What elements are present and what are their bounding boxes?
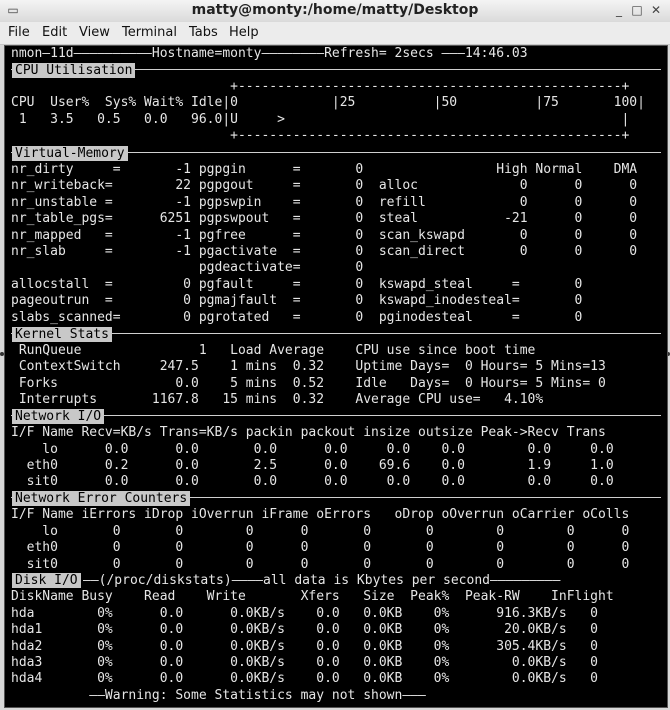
vm-row: allocstall = 0 pgfault = 0 kswapd_steal … — [11, 277, 583, 292]
disk-row: hda 0% 0.0 0.0KB/s 0.0 0.0KB 0% 916.3KB/… — [11, 606, 598, 621]
vm-row: nr_table_pgs= 6251 pgpswpout = 0 steal -… — [11, 211, 638, 226]
disk-row: hda1 0% 0.0 0.0KB/s 0.0 0.0KB 0% 20.0KB/… — [11, 622, 598, 637]
disk-io-header: Disk I/O — [12, 573, 81, 588]
network-error-table-header: I/F Name iErrors iDrop iOverrun iFrame o… — [11, 507, 630, 522]
disk-table-header: DiskName Busy Read Write Xfers Size Peak… — [11, 589, 614, 604]
menu-bar: File Edit View Terminal Tabs Help — [0, 22, 670, 45]
network-error-row: lo 0 0 0 0 0 0 0 0 0 — [11, 524, 630, 539]
disk-row: hda4 0% 0.0 0.0KB/s 0.0 0.0KB 0% 0.0KB/s… — [11, 671, 598, 686]
menu-terminal[interactable]: Terminal — [122, 25, 177, 40]
vm-row: nr_unstable = -1 pgpswpin = 0 refill 0 0… — [11, 195, 638, 210]
network-error-header: Network Error Counters — [12, 491, 191, 506]
cpu-graph-bottom-border: +---------------------------------------… — [11, 128, 630, 143]
menu-help[interactable]: Help — [229, 25, 259, 40]
section-rule — [11, 415, 661, 416]
network-error-row: eth0 0 0 0 0 0 0 0 0 0 — [11, 540, 630, 555]
vm-row: pageoutrun = 0 pgmajfault = 0 kswapd_ino… — [11, 293, 583, 308]
vm-row: nr_mapped = -1 pgfree = 0 scan_kswapd 0 … — [11, 228, 638, 243]
network-row: sit0 0.0 0.0 0.0 0.0 0.0 0.0 0.0 0.0 — [11, 474, 614, 489]
vm-row: nr_dirty = -1 pgpgin = 0 High Normal DMA — [11, 162, 638, 177]
network-table-header: I/F Name Recv=KB/s Trans=KB/s packin pac… — [11, 425, 606, 440]
network-error-row: sit0 0 0 0 0 0 0 0 0 0 — [11, 557, 630, 572]
warning-line: ——Warning: Some Statistics may not shown… — [11, 688, 426, 703]
cpu-graph-top-border: +---------------------------------------… — [11, 79, 630, 94]
menu-file[interactable]: File — [8, 25, 30, 40]
disk-row: hda3 0% 0.0 0.0KB/s 0.0 0.0KB 0% 0.0KB/s… — [11, 655, 598, 670]
kernel-row: Interrupts 1167.8 15 mins 0.32 Average C… — [11, 392, 544, 407]
kernel-row: Forks 0.0 5 mins 0.52 Idle Days= 0 Hours… — [11, 376, 606, 391]
kernel-row: ContextSwitch 247.5 1 mins 0.32 Uptime D… — [11, 359, 606, 374]
kernel-row: RunQueue 1 Load Average CPU use since bo… — [11, 343, 536, 358]
menu-tabs[interactable]: Tabs — [189, 25, 218, 40]
terminal-screen[interactable]: nmon—11d——————————Hostname=monty————————… — [4, 45, 668, 708]
close-icon[interactable]: ✕ — [649, 3, 663, 17]
vm-row: slabs_scanned= 0 pgrotated = 0 pginodest… — [11, 310, 583, 325]
nmon-status-line: nmon—11d——————————Hostname=monty————————… — [11, 46, 528, 61]
vm-row: nr_writeback= 22 pgpgout = 0 alloc 0 0 0 — [11, 178, 638, 193]
window-title: matty@monty:/home/matty/Desktop — [191, 2, 479, 18]
minimize-icon[interactable]: _ — [612, 3, 626, 17]
network-row: lo 0.0 0.0 0.0 0.0 0.0 0.0 0.0 0.0 — [11, 442, 614, 457]
cpu-row: 1 3.5 0.5 0.0 96.0|U > | — [11, 112, 630, 127]
virtual-memory-header: Virtual-Memory — [12, 146, 128, 161]
cpu-table-header: CPU User% Sys% Wait% Idle|0 |25 |50 |75 … — [11, 95, 645, 110]
menu-edit[interactable]: Edit — [42, 25, 67, 40]
vm-row: nr_slab = -1 pgactivate = 0 scan_direct … — [11, 244, 638, 259]
network-row: eth0 0.2 0.0 2.5 0.0 69.6 0.0 1.9 1.0 — [11, 458, 614, 473]
network-io-header: Network I/O — [12, 409, 105, 424]
disk-header-caption: ——(/proc/diskstats)————all data is Kbyte… — [83, 573, 561, 588]
cpu-utilisation-header: CPU Utilisation — [12, 63, 136, 78]
kernel-stats-header: Kernel Stats — [12, 327, 112, 342]
disk-row: hda2 0% 0.0 0.0KB/s 0.0 0.0KB 0% 305.4KB… — [11, 639, 598, 654]
vm-row: pgdeactivate= 0 — [11, 260, 364, 275]
menu-view[interactable]: View — [79, 25, 110, 40]
window-titlebar: ▭ matty@monty:/home/matty/Desktop _ □ ✕ — [0, 0, 670, 23]
maximize-icon[interactable]: □ — [630, 3, 644, 17]
